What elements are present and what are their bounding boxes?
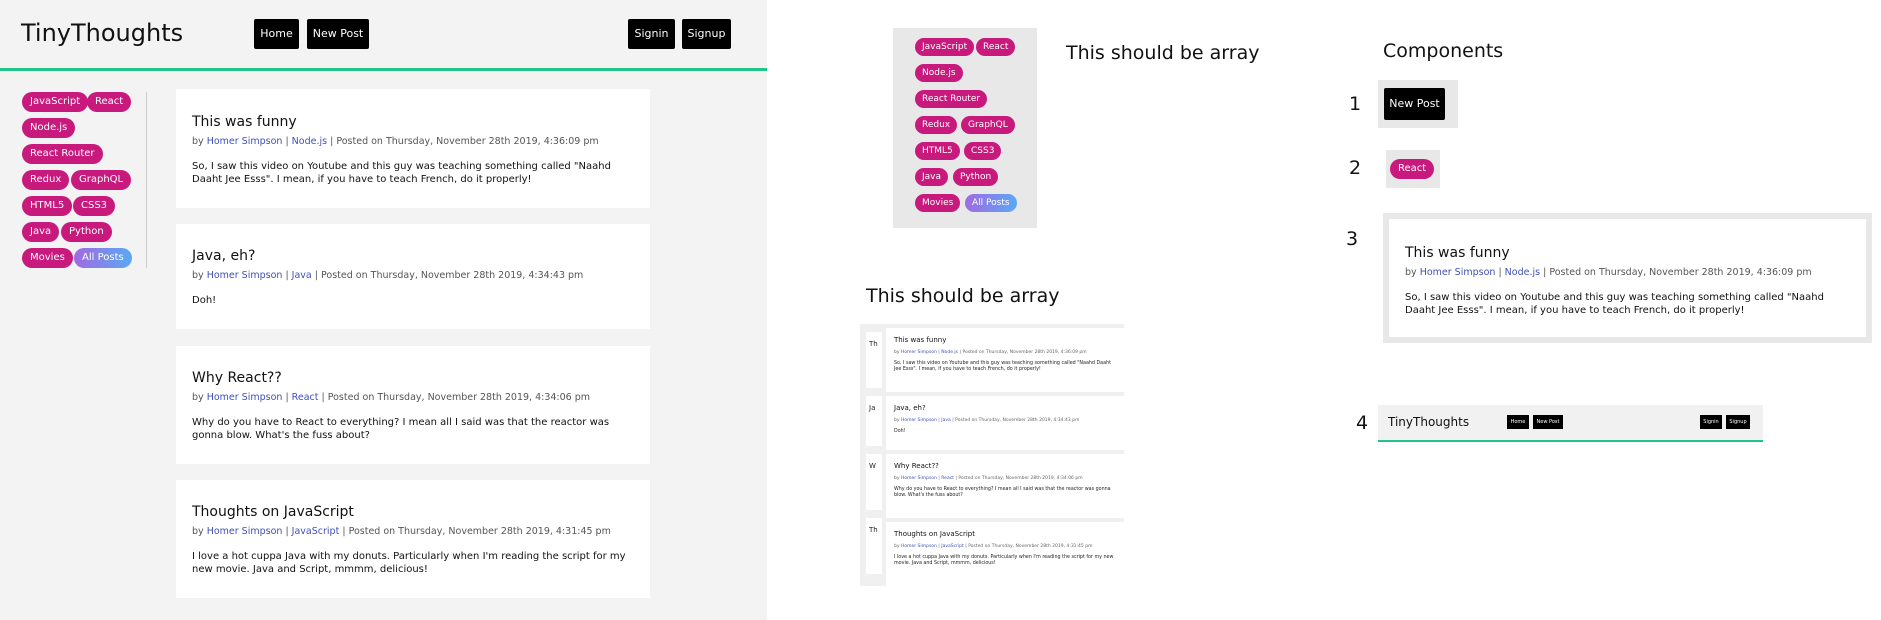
author-link[interactable]: Homer Simpson xyxy=(207,270,283,281)
post-date: Posted on Thursday, November 28th 2019, … xyxy=(348,526,611,537)
new-post-button[interactable]: New Post xyxy=(307,19,369,49)
category-link[interactable]: Node.js xyxy=(1505,267,1540,278)
post-title[interactable]: Why React?? xyxy=(192,370,634,386)
tag-graphql[interactable]: GraphQL xyxy=(71,170,132,190)
app-screenshot: TinyThoughts Home New Post Signin Signup… xyxy=(0,0,767,620)
tag-redux[interactable]: Redux xyxy=(22,170,70,190)
ghost-card: Th xyxy=(866,332,882,388)
home-button[interactable]: Home xyxy=(1507,415,1529,429)
post-body: So, I saw this video on Youtube and this… xyxy=(192,161,611,185)
post-date: Posted on Thursday, November 28th 2019, … xyxy=(327,392,591,403)
signup-button[interactable]: Signup xyxy=(1726,415,1750,429)
tag-python[interactable]: Python xyxy=(953,168,999,186)
tag-redux[interactable]: Redux xyxy=(915,116,958,134)
tag-movies[interactable]: Movies xyxy=(915,194,961,212)
ghost-card: Th xyxy=(866,518,882,574)
tag-react[interactable]: React xyxy=(976,38,1016,56)
posts-array-panel: Th Ja W Th This was funny by Homer Simps… xyxy=(860,324,1124,586)
author-link[interactable]: Homer Simpson xyxy=(1420,267,1496,278)
app-logo[interactable]: TinyThoughts xyxy=(21,19,183,47)
signin-button[interactable]: Signin xyxy=(1700,415,1722,429)
mini-post-card: This was funny by Homer Simpson | Node.j… xyxy=(886,328,1124,392)
mini-post-card: Thoughts on JavaScript by Homer Simpson … xyxy=(886,522,1124,586)
app-logo: TinyThoughts xyxy=(1388,415,1470,429)
component-number: 2 xyxy=(1349,157,1362,179)
tag-javascript[interactable]: JavaScript xyxy=(22,92,89,112)
category-link[interactable]: Node.js xyxy=(292,136,327,147)
post-title[interactable]: This was funny xyxy=(192,114,634,130)
category-link[interactable]: Java xyxy=(292,270,312,281)
post-card[interactable]: This was funny by Homer Simpson | Node.j… xyxy=(1389,219,1866,337)
post-title[interactable]: This was funny xyxy=(1405,245,1850,261)
ghost-card: W xyxy=(866,454,882,510)
post-body: I love a hot cuppa Java with my donuts. … xyxy=(192,551,626,575)
component-number: 3 xyxy=(1346,228,1359,250)
tag-react-router[interactable]: React Router xyxy=(22,144,103,164)
post-body: Doh! xyxy=(192,295,217,306)
array-annotation-label: This should be array xyxy=(1066,42,1260,64)
tag-nodejs[interactable]: Node.js xyxy=(915,64,963,82)
tag-react[interactable]: React xyxy=(1390,159,1435,179)
category-link[interactable]: JavaScript xyxy=(292,526,340,537)
tag-all-posts[interactable]: All Posts xyxy=(74,248,132,268)
sidebar-divider xyxy=(146,92,147,268)
tag-graphql[interactable]: GraphQL xyxy=(961,116,1015,134)
tag-java[interactable]: Java xyxy=(915,168,949,186)
post-card[interactable]: This was funny by Homer Simpson | Node.j… xyxy=(176,89,650,208)
component-2-frame: React xyxy=(1386,150,1440,188)
tag-nodejs[interactable]: Node.js xyxy=(22,118,76,138)
app-header: TinyThoughts Home New Post Signin Signup xyxy=(0,0,767,71)
post-card[interactable]: Java, eh? by Homer Simpson | Java | Post… xyxy=(176,224,650,329)
tag-java[interactable]: Java xyxy=(22,222,60,242)
post-card[interactable]: Thoughts on JavaScript by Homer Simpson … xyxy=(176,480,650,598)
tag-html5[interactable]: HTML5 xyxy=(915,142,960,160)
tag-html5[interactable]: HTML5 xyxy=(22,196,73,216)
tag-all-posts[interactable]: All Posts xyxy=(965,194,1017,212)
tag-css3[interactable]: CSS3 xyxy=(964,142,1002,160)
post-meta: by Homer Simpson | Node.js | Posted on T… xyxy=(192,136,599,147)
signup-button[interactable]: Signup xyxy=(682,19,731,49)
tag-react[interactable]: React xyxy=(87,92,132,112)
post-body: Why do you have to React to everything? … xyxy=(192,417,610,441)
component-3-frame: This was funny by Homer Simpson | Node.j… xyxy=(1383,213,1872,343)
tag-movies[interactable]: Movies xyxy=(22,248,73,268)
component-4-header: TinyThoughts Home New Post Signin Signup xyxy=(1378,405,1763,442)
new-post-button[interactable]: New Post xyxy=(1533,415,1563,429)
post-date: Posted on Thursday, November 28th 2019, … xyxy=(1549,267,1812,278)
component-number: 4 xyxy=(1356,412,1369,434)
category-link[interactable]: React xyxy=(292,392,319,403)
mini-post-card: Java, eh? by Homer Simpson | Java | Post… xyxy=(886,396,1124,450)
tag-javascript[interactable]: JavaScript xyxy=(915,38,975,56)
post-meta: by Homer Simpson | Java | Posted on Thur… xyxy=(192,270,584,281)
mini-post-card: Why React?? by Homer Simpson | React | P… xyxy=(886,454,1124,518)
post-date: Posted on Thursday, November 28th 2019, … xyxy=(321,270,584,281)
component-1-frame: New Post xyxy=(1378,80,1458,128)
post-meta: by Homer Simpson | Node.js | Posted on T… xyxy=(1405,267,1812,278)
post-title[interactable]: Java, eh? xyxy=(192,248,634,264)
post-title[interactable]: Thoughts on JavaScript xyxy=(192,504,634,520)
author-link[interactable]: Homer Simpson xyxy=(207,136,283,147)
author-link[interactable]: Homer Simpson xyxy=(207,392,283,403)
home-button[interactable]: Home xyxy=(254,19,299,49)
tag-react-router[interactable]: React Router xyxy=(915,90,988,108)
post-body: So, I saw this video on Youtube and this… xyxy=(1405,292,1824,316)
component-number: 1 xyxy=(1349,93,1362,115)
post-meta: by Homer Simpson | JavaScript | Posted o… xyxy=(192,526,611,537)
tag-css3[interactable]: CSS3 xyxy=(73,196,116,216)
signin-button[interactable]: Signin xyxy=(628,19,675,49)
tag-python[interactable]: Python xyxy=(61,222,112,242)
ghost-card: Ja xyxy=(866,396,882,446)
author-link[interactable]: Homer Simpson xyxy=(207,526,283,537)
components-heading: Components xyxy=(1383,40,1504,62)
post-meta: by Homer Simpson | React | Posted on Thu… xyxy=(192,392,591,403)
tags-array-panel: JavaScript React Node.js React Router Re… xyxy=(893,28,1037,228)
post-date: Posted on Thursday, November 28th 2019, … xyxy=(336,136,599,147)
new-post-button[interactable]: New Post xyxy=(1384,88,1445,120)
post-card[interactable]: Why React?? by Homer Simpson | React | P… xyxy=(176,346,650,464)
array-annotation-label: This should be array xyxy=(866,285,1060,307)
